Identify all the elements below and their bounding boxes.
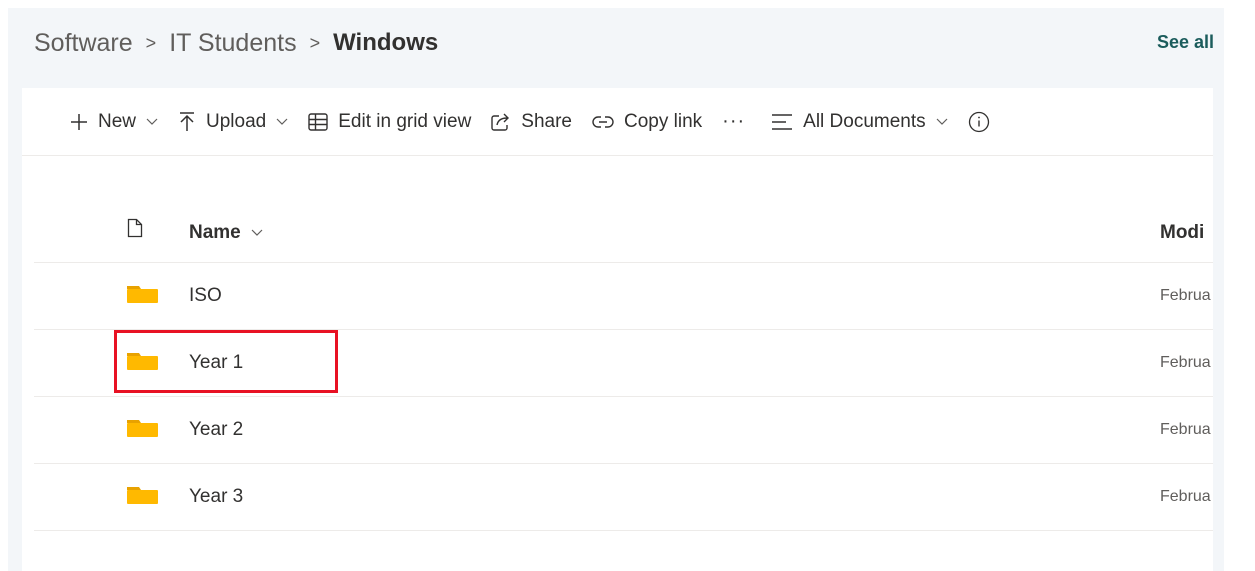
view-switcher-label: All Documents [803, 110, 926, 132]
file-name[interactable]: ISO [189, 285, 222, 307]
new-button-label: New [98, 110, 137, 132]
column-header-name-label: Name [189, 222, 241, 243]
list-item[interactable]: Year 1 Februa [34, 330, 1213, 397]
file-modified: Februa [1160, 354, 1211, 371]
file-modified: Februa [1160, 287, 1211, 304]
upload-icon [178, 111, 196, 132]
share-icon [491, 113, 511, 131]
edit-in-grid-view-label: Edit in grid view [338, 110, 472, 132]
plus-icon [70, 113, 88, 131]
folder-icon [127, 415, 158, 446]
list-header: Name Modi [34, 206, 1213, 263]
edit-in-grid-view-button[interactable]: Edit in grid view [308, 102, 471, 142]
breadcrumb-separator: > [145, 32, 157, 53]
file-list: Name Modi ISO Februa Year 1 Februa Year … [34, 206, 1213, 531]
file-type-icon[interactable] [127, 218, 143, 243]
chevron-down-icon [251, 229, 263, 237]
more-options-button[interactable]: ··· [722, 102, 745, 142]
breadcrumb-separator: > [309, 32, 321, 53]
file-modified: Februa [1160, 488, 1211, 505]
file-modified: Februa [1160, 421, 1211, 438]
upload-button[interactable]: Upload [178, 102, 288, 142]
folder-icon [127, 281, 158, 312]
copy-link-button[interactable]: Copy link [592, 102, 702, 142]
breadcrumb-item-software[interactable]: Software [34, 29, 133, 58]
command-bar: New Upload Edit in grid view Share Copy … [22, 88, 1213, 156]
info-button[interactable] [968, 102, 990, 142]
document-library: New Upload Edit in grid view Share Copy … [22, 88, 1213, 571]
share-button-label: Share [521, 110, 572, 132]
view-options-icon [771, 113, 793, 131]
folder-icon [127, 348, 158, 379]
list-item[interactable]: ISO Februa [34, 263, 1213, 330]
see-all-link[interactable]: See all [1157, 32, 1214, 53]
share-button[interactable]: Share [491, 102, 572, 142]
copy-link-label: Copy link [624, 110, 703, 132]
breadcrumb-item-it-students[interactable]: IT Students [169, 29, 296, 58]
link-icon [592, 115, 614, 129]
chevron-down-icon [936, 118, 948, 126]
list-item[interactable]: Year 2 Februa [34, 397, 1213, 464]
grid-icon [308, 112, 328, 131]
upload-button-label: Upload [206, 110, 267, 132]
file-name[interactable]: Year 3 [189, 486, 243, 508]
file-name[interactable]: Year 1 [189, 352, 243, 374]
column-header-name[interactable]: Name [189, 222, 263, 244]
list-item[interactable]: Year 3 Februa [34, 464, 1213, 531]
chevron-down-icon [276, 118, 288, 126]
breadcrumb: Software > IT Students > Windows [34, 27, 438, 59]
view-switcher[interactable]: All Documents [771, 102, 948, 142]
file-name[interactable]: Year 2 [189, 419, 243, 441]
column-header-modified[interactable]: Modi [1160, 222, 1213, 244]
folder-icon [127, 482, 158, 513]
info-icon [968, 111, 990, 133]
breadcrumb-current: Windows [333, 29, 439, 56]
chevron-down-icon [146, 118, 158, 126]
new-button[interactable]: New [70, 102, 158, 142]
page: Software > IT Students > Windows See all… [8, 8, 1224, 571]
